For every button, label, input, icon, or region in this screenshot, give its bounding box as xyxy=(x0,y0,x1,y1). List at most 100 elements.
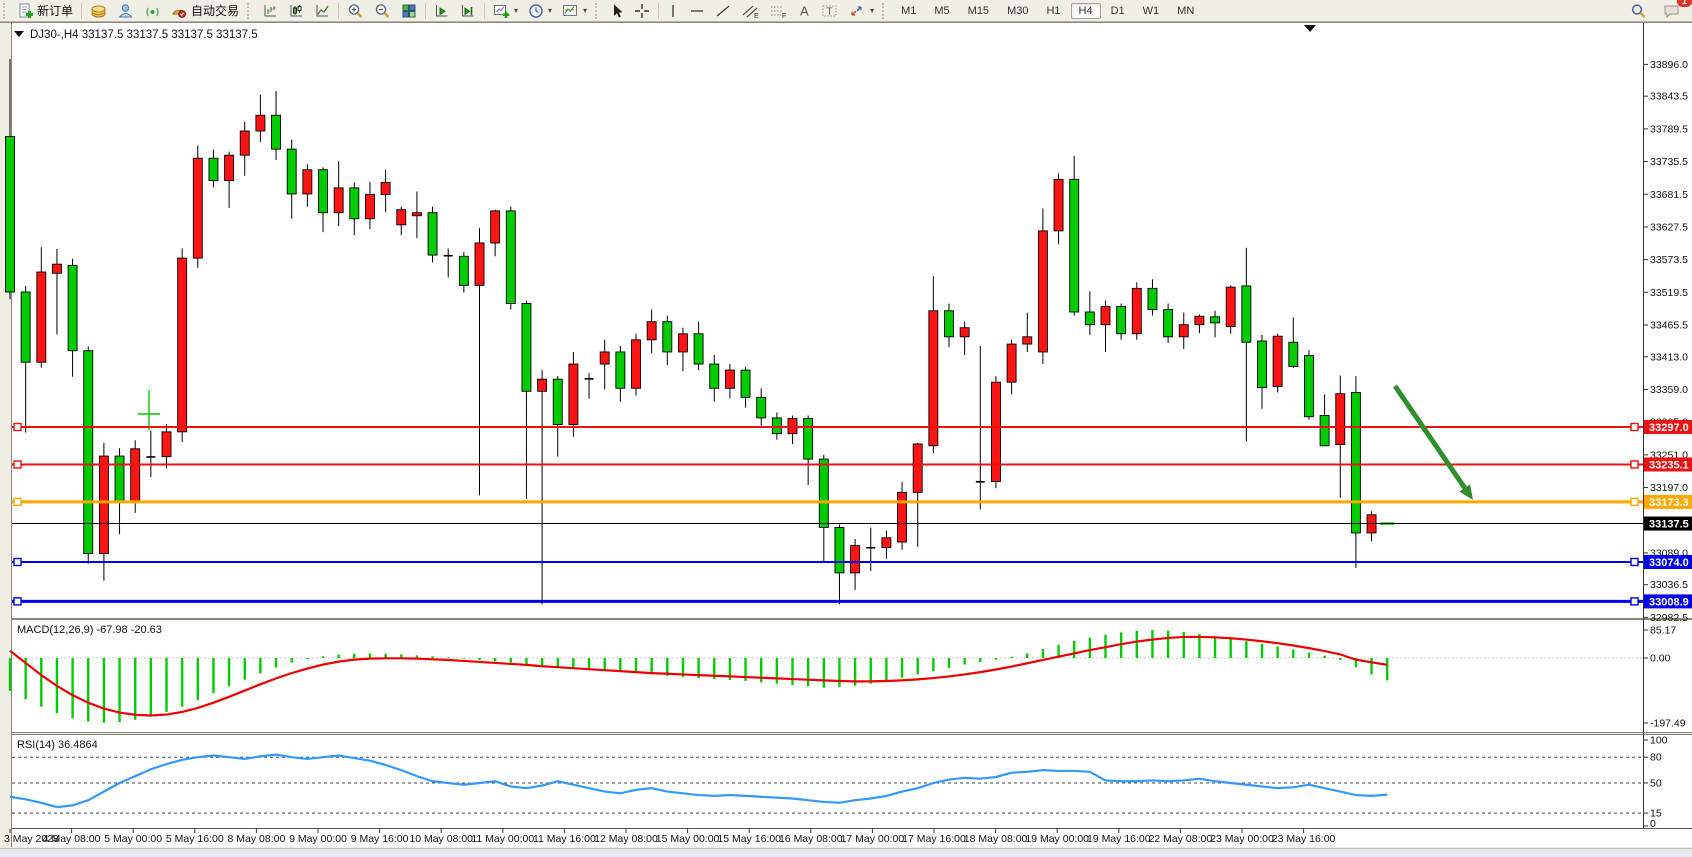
signal-button[interactable] xyxy=(139,0,166,21)
chevron-down-icon: ▾ xyxy=(548,6,552,15)
autotrade-icon xyxy=(171,3,188,19)
text-button[interactable]: A xyxy=(792,0,816,21)
timeframe-m5[interactable]: M5 xyxy=(926,3,957,19)
periods-button[interactable]: ▾ xyxy=(523,0,557,21)
candle-up xyxy=(52,264,61,273)
equidistant-channel-button[interactable]: E xyxy=(736,0,764,21)
templates-button[interactable]: ▾ xyxy=(557,0,592,21)
svg-text:33074.0: 33074.0 xyxy=(1649,557,1689,569)
candle-down xyxy=(287,149,296,194)
candlestick-chart-button[interactable] xyxy=(283,0,309,21)
community-button[interactable] xyxy=(112,0,139,21)
separator xyxy=(338,3,339,19)
rsi-scale-label: 0 xyxy=(1650,818,1656,830)
line-handle[interactable] xyxy=(1631,498,1638,505)
time-axis-label: 12 May 08:00 xyxy=(594,833,658,845)
chart-templates-icon xyxy=(562,3,579,19)
line-chart-button[interactable] xyxy=(309,0,335,21)
timeframe-h1[interactable]: H1 xyxy=(1038,3,1068,19)
chart-canvas[interactable]: 33896.033843.533789.533735.533681.533627… xyxy=(0,22,1692,857)
timeframe-mn[interactable]: MN xyxy=(1169,3,1202,19)
candle-up xyxy=(538,379,547,391)
auto-scroll-button[interactable] xyxy=(429,0,455,21)
toolbar-grip xyxy=(247,3,254,19)
arrow-shapes-icon xyxy=(848,3,866,19)
svg-text:33137.5: 33137.5 xyxy=(1649,519,1689,531)
horizontal-line-button[interactable] xyxy=(684,0,710,21)
bar-chart-button[interactable] xyxy=(257,0,283,21)
search-button[interactable] xyxy=(1625,0,1652,21)
candle-up xyxy=(412,213,421,216)
svg-text:T: T xyxy=(827,6,833,17)
timeframe-m15[interactable]: M15 xyxy=(960,3,997,19)
price-tick: 33789.5 xyxy=(1650,123,1688,135)
chevron-down-icon: ▾ xyxy=(870,6,874,15)
trendline-button[interactable] xyxy=(710,0,736,21)
chart-shift-button[interactable] xyxy=(455,0,481,21)
timeframe-m1[interactable]: M1 xyxy=(893,3,924,19)
line-handle[interactable] xyxy=(14,461,21,468)
zoom-in-button[interactable] xyxy=(342,0,369,21)
timeframe-bar: M1M5M15M30H1H4D1W1MN xyxy=(892,0,1203,21)
candle-up xyxy=(1336,394,1345,445)
timeframe-w1[interactable]: W1 xyxy=(1135,3,1168,19)
chevron-down-icon: ▾ xyxy=(583,6,587,15)
line-handle[interactable] xyxy=(1631,598,1638,605)
timeframe-h4[interactable]: H4 xyxy=(1071,3,1101,19)
signal-icon xyxy=(144,3,161,19)
price-tick: 33896.0 xyxy=(1650,59,1688,71)
time-axis-label: 16 May 08:00 xyxy=(779,833,843,845)
line-handle[interactable] xyxy=(1631,424,1638,431)
candle-up xyxy=(1195,316,1204,324)
line-handle[interactable] xyxy=(14,424,21,431)
line-handle[interactable] xyxy=(1631,558,1638,565)
svg-text:33008.9: 33008.9 xyxy=(1649,596,1689,608)
svg-text:33297.0: 33297.0 xyxy=(1649,422,1689,434)
new-order-button[interactable]: 新订单 xyxy=(13,0,78,21)
chevron-down-icon: ▾ xyxy=(514,6,518,15)
line-handle[interactable] xyxy=(14,598,21,605)
tile-windows-button[interactable] xyxy=(396,0,422,21)
fibonacci-button[interactable]: F xyxy=(764,0,792,21)
crosshair-button[interactable] xyxy=(629,0,655,21)
separator xyxy=(81,3,82,19)
arrow-shapes-button[interactable]: ▾ xyxy=(843,0,879,21)
fibonacci-icon: F xyxy=(769,3,787,19)
timeframe-d1[interactable]: D1 xyxy=(1103,3,1133,19)
vertical-line-button[interactable] xyxy=(662,0,684,21)
candle-up xyxy=(1226,287,1235,326)
zoom-out-button[interactable] xyxy=(369,0,396,21)
zoom-out-icon xyxy=(374,3,391,19)
svg-text:A: A xyxy=(800,3,809,18)
notifications-button[interactable]: 1 xyxy=(1658,0,1686,21)
candle-up xyxy=(381,182,390,194)
funds-button[interactable] xyxy=(85,0,112,21)
candle-up xyxy=(397,210,406,225)
autotrade-button[interactable]: 自动交易 xyxy=(166,0,244,21)
timeframe-m30[interactable]: M30 xyxy=(999,3,1036,19)
line-chart-icon xyxy=(314,3,330,19)
new-chart-icon xyxy=(493,3,510,19)
autotrade-label: 自动交易 xyxy=(191,2,239,19)
cursor-button[interactable] xyxy=(605,0,629,21)
chart-shift-icon xyxy=(460,3,476,19)
line-handle[interactable] xyxy=(14,558,21,565)
candle-down xyxy=(6,136,15,292)
price-tick: 33843.5 xyxy=(1650,91,1688,103)
candle-up xyxy=(240,131,249,155)
line-handle[interactable] xyxy=(1631,461,1638,468)
text-label-button[interactable]: T xyxy=(816,0,843,21)
time-axis-label: 18 May 08:00 xyxy=(964,833,1028,845)
horizontal-line-icon xyxy=(689,3,705,19)
candle-up xyxy=(1007,344,1016,382)
funds-icon xyxy=(90,3,107,19)
line-handle[interactable] xyxy=(14,498,21,505)
candle-down xyxy=(272,115,281,149)
candlestick-chart-icon xyxy=(288,3,304,19)
time-axis-label: 23 May 16:00 xyxy=(1272,833,1336,845)
new-chart-button[interactable]: ▾ xyxy=(488,0,523,21)
time-axis-label: 17 May 00:00 xyxy=(841,833,905,845)
cursor-icon xyxy=(610,3,624,19)
candle-down xyxy=(319,170,328,213)
candle-up xyxy=(491,211,500,243)
